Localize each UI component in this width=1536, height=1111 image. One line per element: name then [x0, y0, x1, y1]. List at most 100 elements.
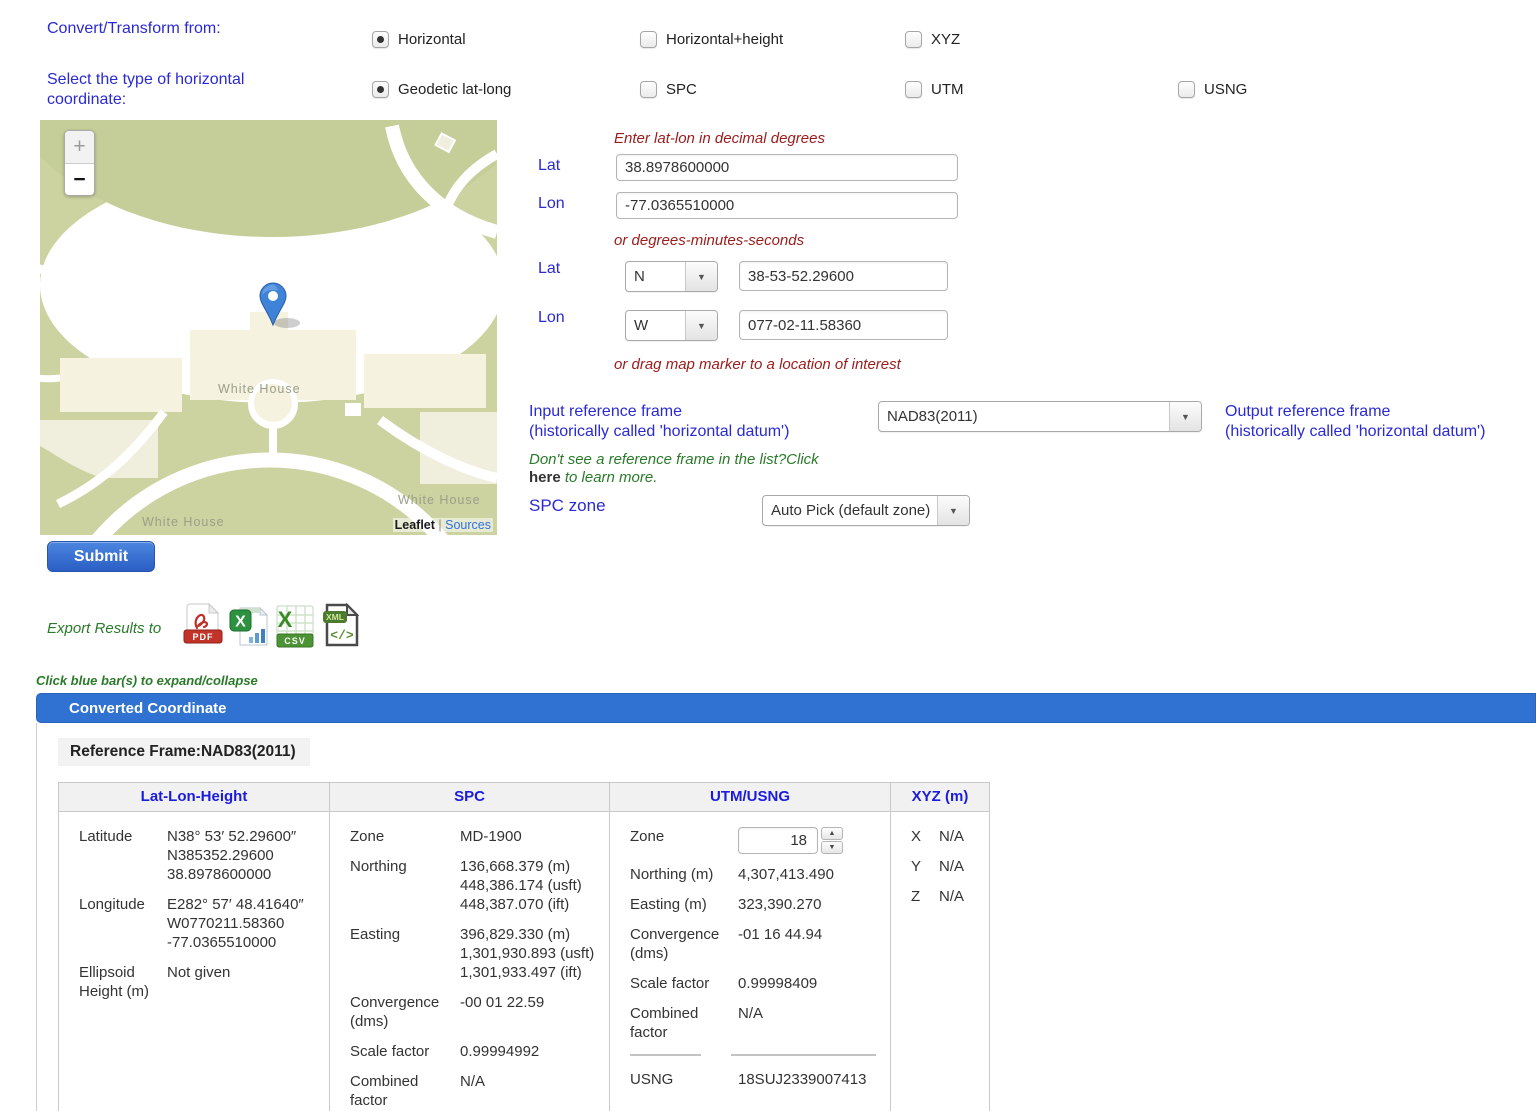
- reference-frame-help: Don't see a reference frame in the list?…: [529, 451, 859, 487]
- value-line: 1,301,930.893 (usft): [460, 944, 594, 963]
- output-frame-line1: Output reference frame: [1225, 402, 1485, 422]
- spinner-up-icon[interactable]: ▲: [821, 827, 843, 840]
- radio-xyz[interactable]: XYZ: [905, 31, 960, 48]
- export-xls-icon[interactable]: X: [229, 605, 269, 649]
- radio-icon[interactable]: [640, 81, 657, 98]
- converted-coordinate-bar[interactable]: Converted Coordinate: [36, 693, 1536, 723]
- utm-zone-row: Zone ▲ ▼: [630, 827, 876, 854]
- table-row: Latitude N38° 53′ 52.29600″ N385352.2960…: [79, 827, 315, 884]
- radio-label: UTM: [931, 81, 964, 98]
- decimal-degrees-hint: Enter lat-lon in decimal degrees: [614, 130, 825, 147]
- radio-selected-icon[interactable]: [372, 31, 389, 48]
- radio-usng[interactable]: USNG: [1178, 81, 1247, 98]
- row-values: 323,390.270: [738, 895, 821, 914]
- bar-title: Converted Coordinate: [37, 700, 227, 717]
- row-label: Latitude: [79, 827, 167, 884]
- spc-zone-select[interactable]: Auto Pick (default zone) ▼: [762, 495, 970, 526]
- zoom-out-button[interactable]: −: [65, 163, 94, 195]
- coordinate-type-label: Select the type of horizontal coordinate…: [47, 70, 282, 110]
- header-utm-usng: UTM/USNG: [609, 783, 890, 811]
- chevron-down-icon: ▼: [685, 311, 717, 340]
- row-label: Zone: [350, 827, 460, 846]
- map-label-white-house: White House: [142, 515, 225, 529]
- input-reference-frame-select[interactable]: NAD83(2011) ▼: [878, 401, 1202, 432]
- row-values: -00 01 22.59: [460, 993, 544, 1031]
- radio-label: SPC: [666, 81, 697, 98]
- value-line: N385352.29600: [167, 846, 296, 865]
- row-label: Easting: [350, 925, 460, 982]
- sources-link[interactable]: Sources: [445, 518, 491, 532]
- leaflet-map[interactable]: + − White House White House White House …: [40, 120, 497, 535]
- lon-hemisphere-select[interactable]: W ▼: [625, 310, 718, 341]
- lat-hemisphere-select[interactable]: N ▼: [625, 261, 718, 292]
- input-frame-line1: Input reference frame: [529, 402, 789, 422]
- lon-decimal-input[interactable]: [616, 192, 958, 219]
- utm-zone-input[interactable]: [738, 827, 818, 854]
- lon-dms-input[interactable]: [739, 310, 948, 340]
- table-row: X N/A: [911, 827, 975, 846]
- table-row: Convergence (dms) -01 16 44.94: [630, 925, 876, 963]
- row-label: X: [911, 827, 939, 846]
- submit-button[interactable]: Submit: [47, 541, 155, 572]
- convert-from-label: Convert/Transform from:: [47, 19, 221, 39]
- column-xyz: X N/A Y N/A Z N/A: [890, 812, 989, 1111]
- usng-divider: [630, 1054, 876, 1056]
- input-reference-frame-label: Input reference frame (historically call…: [529, 402, 789, 442]
- radio-icon[interactable]: [640, 31, 657, 48]
- results-table-body: Latitude N38° 53′ 52.29600″ N385352.2960…: [59, 812, 989, 1111]
- radio-horizontal[interactable]: Horizontal: [372, 31, 466, 48]
- zoom-in-button[interactable]: +: [65, 131, 94, 163]
- row-values: N/A: [939, 827, 964, 846]
- table-row: Combined factor N/A: [630, 1004, 876, 1042]
- map-marker-pin[interactable]: [256, 282, 308, 328]
- value-line: N38° 53′ 52.29600″: [167, 827, 296, 846]
- row-label: USNG: [630, 1070, 738, 1089]
- radio-icon[interactable]: [905, 81, 922, 98]
- attribution-separator: |: [438, 518, 441, 532]
- table-row: Longitude E282° 57′ 48.41640″ W0770211.5…: [79, 895, 315, 952]
- export-pdf-icon[interactable]: PDF: [183, 603, 223, 649]
- results-section: Reference Frame:NAD83(2011) Lat-Lon-Heig…: [36, 723, 1536, 1111]
- export-csv-icon[interactable]: X CSV: [275, 605, 315, 649]
- radio-icon[interactable]: [1178, 81, 1195, 98]
- radio-icon[interactable]: [905, 31, 922, 48]
- radio-utm[interactable]: UTM: [905, 81, 964, 98]
- svg-text:</>: </>: [330, 628, 354, 643]
- lat-dms-input[interactable]: [739, 261, 948, 291]
- lat-decimal-input[interactable]: [616, 154, 958, 181]
- export-xml-icon[interactable]: XML </>: [321, 603, 361, 649]
- row-label: Combined factor: [630, 1004, 738, 1042]
- expand-collapse-hint: Click blue bar(s) to expand/collapse: [36, 673, 258, 688]
- row-values: N/A: [738, 1004, 763, 1042]
- zone-input-group: ▲ ▼: [738, 827, 843, 854]
- column-spc: Zone MD-1900 Northing 136,668.379 (m) 44…: [329, 812, 609, 1111]
- row-label: Convergence (dms): [630, 925, 738, 963]
- row-label: Longitude: [79, 895, 167, 952]
- radio-selected-icon[interactable]: [372, 81, 389, 98]
- radio-geodetic[interactable]: Geodetic lat-long: [372, 81, 511, 98]
- row-values: N/A: [939, 887, 964, 906]
- row-values: 396,829.330 (m) 1,301,930.893 (usft) 1,3…: [460, 925, 594, 982]
- table-row: Y N/A: [911, 857, 975, 876]
- radio-spc[interactable]: SPC: [640, 81, 697, 98]
- radio-horizontal-height[interactable]: Horizontal+height: [640, 31, 783, 48]
- spinner-down-icon[interactable]: ▼: [821, 841, 843, 854]
- header-xyz: XYZ (m): [890, 783, 989, 811]
- value-line: 136,668.379 (m): [460, 857, 582, 876]
- drag-marker-hint: or drag map marker to a location of inte…: [614, 356, 901, 373]
- value-line: E282° 57′ 48.41640″: [167, 895, 304, 914]
- radio-label: USNG: [1204, 81, 1247, 98]
- lon-label: Lon: [538, 194, 565, 214]
- output-frame-line2: (historically called 'horizontal datum'): [1225, 422, 1485, 442]
- row-values: Not given: [167, 963, 230, 1001]
- row-values: 4,307,413.490: [738, 865, 834, 884]
- row-label: Combined factor: [350, 1072, 460, 1110]
- row-label: Convergence (dms): [350, 993, 460, 1031]
- row-label: Northing: [350, 857, 460, 914]
- row-values: MD-1900: [460, 827, 522, 846]
- here-link[interactable]: here: [529, 469, 561, 486]
- row-values: 136,668.379 (m) 448,386.174 (usft) 448,3…: [460, 857, 582, 914]
- row-values: -01 16 44.94: [738, 925, 822, 963]
- table-row: Scale factor 0.99994992: [350, 1042, 595, 1061]
- header-spc: SPC: [329, 783, 609, 811]
